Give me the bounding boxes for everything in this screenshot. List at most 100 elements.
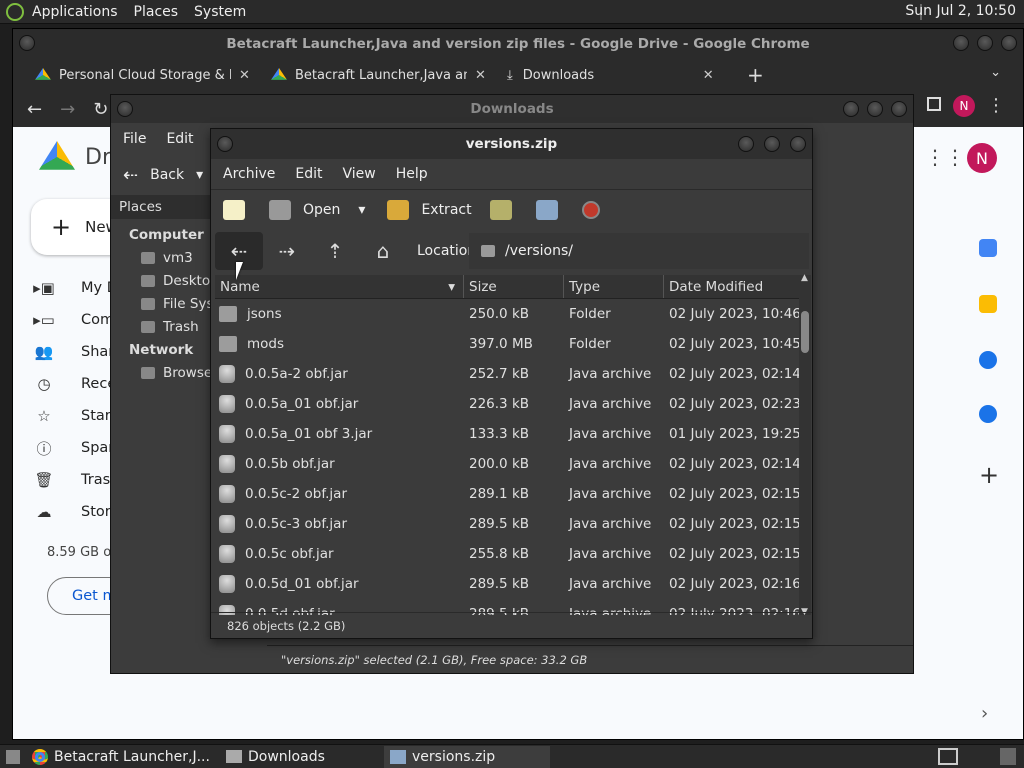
extract-icon[interactable]	[387, 199, 410, 220]
tab-close-icon[interactable]: ✕	[475, 68, 486, 83]
column-name[interactable]: Name ▾	[215, 275, 464, 298]
close-button[interactable]	[1001, 35, 1017, 51]
tab-close-icon[interactable]: ✕	[703, 68, 714, 83]
back-arrow-icon[interactable]: ←	[27, 99, 42, 120]
tab-personal-cloud[interactable]: Personal Cloud Storage & File ✕	[25, 59, 261, 91]
chrome-titlebar[interactable]: Betacraft Launcher,Java and version zip …	[13, 29, 1023, 59]
add-addon-icon[interactable]: +	[979, 461, 999, 489]
nav-spam[interactable]: ⓘ Spar	[33, 432, 120, 464]
nav-starred[interactable]: ☆ Starr	[33, 400, 120, 432]
clock[interactable]: Sun Jul 2, 10:50	[905, 3, 1016, 19]
nav-home-icon[interactable]: ⌂	[359, 232, 407, 270]
menu-edit[interactable]: Edit	[295, 166, 322, 182]
table-row[interactable]: 0.0.5a_01 obf 3.jar 133.3 kB Java archive 0…	[215, 419, 799, 449]
tasks-icon[interactable]	[979, 351, 997, 369]
menu-help[interactable]: Help	[396, 166, 428, 182]
column-size[interactable]: Size	[464, 275, 564, 298]
nav-trash[interactable]: 🗑 Trash	[33, 464, 120, 496]
table-row[interactable]: 0.0.5a_01 obf.jar 226.3 kB Java archive 02 …	[215, 389, 799, 419]
new-archive-icon[interactable]	[223, 199, 245, 220]
scrollbar-thumb[interactable]	[801, 311, 809, 353]
nav-my-drive[interactable]: ▸▣ My D	[33, 272, 120, 304]
open-dropdown-icon[interactable]: ▾	[358, 202, 365, 218]
fm-titlebar[interactable]: Downloads	[111, 95, 913, 123]
trash-applet-icon[interactable]	[1000, 748, 1016, 765]
maximize-button[interactable]	[977, 35, 993, 51]
show-desktop-icon[interactable]	[6, 749, 20, 764]
archive-toolbar: Open ▾ Extract	[211, 189, 812, 229]
tab-search-icon[interactable]: ⌄	[990, 65, 1001, 80]
menu-archive[interactable]: Archive	[223, 166, 275, 182]
new-tab-icon[interactable]: +	[747, 63, 764, 87]
taskbar-item-versions-zip[interactable]: versions.zip	[384, 745, 550, 768]
os-logo-icon[interactable]	[6, 2, 24, 21]
tab-downloads[interactable]: ⤓ Downloads ✕	[497, 59, 733, 91]
window-menu-button[interactable]	[217, 136, 233, 152]
google-drive-icon	[271, 68, 287, 80]
nav-recent[interactable]: ◷ Rece	[33, 368, 120, 400]
taskbar-item-chrome[interactable]: Betacraft Launcher,J...	[26, 746, 216, 768]
profile-avatar[interactable]: N	[953, 95, 975, 117]
menu-system[interactable]: System	[186, 4, 254, 20]
maximize-button[interactable]	[764, 136, 780, 152]
reload-icon[interactable]: ↻	[93, 99, 108, 120]
table-row[interactable]: 0.0.5c obf.jar 255.8 kB Java archive 02 Jul…	[215, 539, 799, 569]
chrome-menu-icon[interactable]: ⋮	[987, 95, 1005, 116]
google-drive-logo-icon[interactable]	[39, 141, 75, 170]
chevron-right-icon[interactable]: ›	[981, 703, 988, 724]
menu-places[interactable]: Places	[126, 4, 187, 20]
extract-button[interactable]: Extract	[421, 202, 471, 218]
scrollbar[interactable]: ▲ ▼	[799, 273, 811, 617]
nav-forward-icon[interactable]: ⇢	[263, 232, 311, 270]
workspace-switcher-icon[interactable]	[938, 748, 958, 765]
nav-shared[interactable]: 👥 Shar	[33, 336, 120, 368]
nav-computers[interactable]: ▸▭ Com	[33, 304, 120, 336]
column-date[interactable]: Date Modified	[664, 275, 799, 298]
window-menu-button[interactable]	[19, 35, 35, 51]
table-row[interactable]: jsons 250.0 kB Folder 02 July 2023, 10:46	[215, 299, 799, 329]
table-row[interactable]: 0.0.5c-3 obf.jar 289.5 kB Java archive 02 J…	[215, 509, 799, 539]
tab-betacraft[interactable]: Betacraft Launcher,Java and v ✕	[261, 59, 497, 91]
column-type[interactable]: Type	[564, 275, 664, 298]
close-button[interactable]	[790, 136, 806, 152]
add-folder-icon[interactable]	[535, 199, 558, 220]
table-row[interactable]: 0.0.5a-2 obf.jar 252.7 kB Java archive 02 J…	[215, 359, 799, 389]
window-menu-button[interactable]	[117, 101, 133, 117]
minimize-button[interactable]	[738, 136, 754, 152]
tab-close-icon[interactable]: ✕	[239, 68, 250, 83]
nav-storage[interactable]: ☁ Stora	[33, 496, 120, 528]
scroll-up-icon[interactable]: ▲	[801, 273, 808, 283]
archive-titlebar[interactable]: versions.zip	[211, 129, 812, 159]
taskbar-item-downloads[interactable]: Downloads	[220, 746, 380, 768]
nav-up-icon[interactable]: ⇡	[311, 232, 359, 270]
menu-applications[interactable]: Applications	[24, 4, 126, 20]
back-dropdown-icon[interactable]: ▾	[196, 167, 203, 183]
forward-arrow-icon[interactable]: →	[60, 99, 75, 120]
table-row[interactable]: 0.0.5b obf.jar 200.0 kB Java archive 02 Jul…	[215, 449, 799, 479]
file-name: 0.0.5c-2 obf.jar	[245, 486, 347, 502]
cell-name: jsons	[215, 306, 464, 322]
add-files-icon[interactable]	[489, 199, 512, 220]
keep-icon[interactable]	[979, 295, 997, 313]
table-row[interactable]: 0.0.5c-2 obf.jar 289.1 kB Java archive 02 J…	[215, 479, 799, 509]
minimize-button[interactable]	[843, 101, 859, 117]
cell-type: Folder	[569, 306, 611, 322]
back-button[interactable]: Back	[150, 167, 184, 183]
apps-grid-icon[interactable]: ⋮⋮	[925, 145, 965, 169]
contacts-icon[interactable]	[979, 405, 997, 423]
close-button[interactable]	[891, 101, 907, 117]
open-button[interactable]: Open	[303, 202, 340, 218]
stop-icon[interactable]	[581, 200, 600, 219]
table-row[interactable]: 0.0.5d_01 obf.jar 289.5 kB Java archive 02 …	[215, 569, 799, 599]
table-row[interactable]: mods 397.0 MB Folder 02 July 2023, 10:45	[215, 329, 799, 359]
open-icon[interactable]	[269, 199, 291, 220]
menu-edit[interactable]: Edit	[166, 131, 193, 147]
location-field[interactable]: /versions/	[469, 233, 809, 269]
sidepanel-icon[interactable]	[927, 97, 941, 111]
menu-view[interactable]: View	[343, 166, 376, 182]
calendar-icon[interactable]	[979, 239, 997, 257]
maximize-button[interactable]	[867, 101, 883, 117]
minimize-button[interactable]	[953, 35, 969, 51]
menu-file[interactable]: File	[123, 131, 146, 147]
back-arrow-icon[interactable]: ⇠	[123, 165, 138, 186]
